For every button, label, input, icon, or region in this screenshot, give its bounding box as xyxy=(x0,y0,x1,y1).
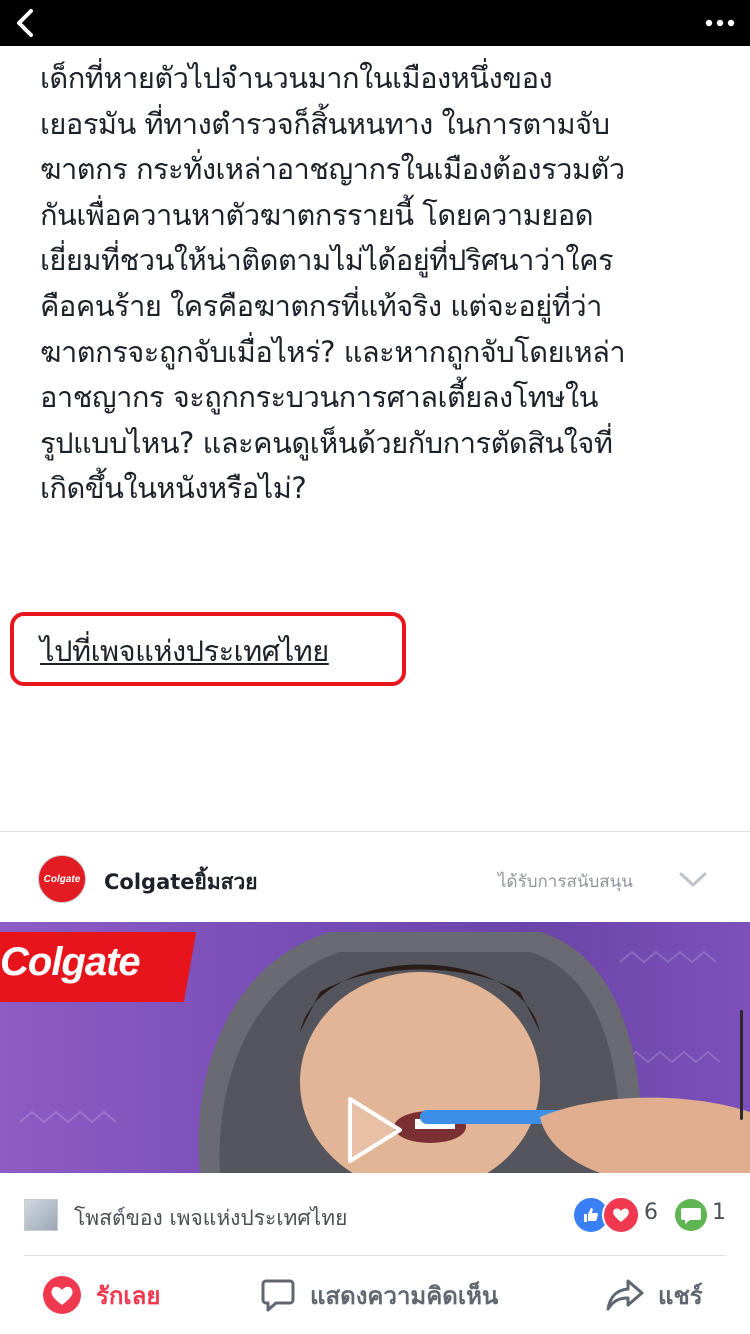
advertiser-avatar[interactable]: Colgate xyxy=(38,855,86,903)
share-button[interactable]: แชร์ xyxy=(606,1272,703,1318)
love-react-button[interactable]: รักเลย xyxy=(42,1272,160,1318)
sponsored-label: ได้รับการสนับสนุน xyxy=(498,872,633,892)
go-to-page-link[interactable]: ไปที่เพจแห่งประเทศไทย xyxy=(40,628,329,674)
comment-button[interactable]: แสดงความคิดเห็น xyxy=(260,1272,498,1318)
avatar-logo-text: Colgate xyxy=(43,873,81,885)
back-button[interactable] xyxy=(6,4,44,42)
love-icon xyxy=(602,1196,640,1234)
share-icon xyxy=(606,1279,644,1311)
comment-icon xyxy=(675,1199,707,1231)
comment-count: 1 xyxy=(712,1200,726,1225)
reactions-summary[interactable]: 6 1 xyxy=(572,1196,742,1234)
love-react-label: รักเลย xyxy=(96,1281,161,1310)
reaction-count: 6 xyxy=(644,1200,658,1225)
more-options-button[interactable] xyxy=(698,4,742,42)
advertiser-name[interactable]: Colgateยิ้มสวย xyxy=(104,866,258,899)
chevron-down-icon[interactable] xyxy=(676,862,710,896)
comment-label: แสดงความคิดเห็น xyxy=(310,1281,499,1310)
share-label: แชร์ xyxy=(658,1281,703,1310)
page-thumbnail[interactable] xyxy=(24,1199,58,1231)
scroll-indicator xyxy=(740,1010,743,1120)
brand-logo: Colgate xyxy=(0,940,141,984)
more-icon xyxy=(705,19,735,27)
article-text: เด็กที่หายตัวไปจำนวนมากในเมืองหนึ่งของ เ… xyxy=(40,61,626,506)
back-icon xyxy=(17,9,33,37)
comment-icon xyxy=(261,1279,295,1312)
top-bar xyxy=(0,0,750,46)
heart-icon xyxy=(43,1276,81,1314)
play-icon[interactable] xyxy=(342,1095,406,1165)
post-attribution[interactable]: โพสต์ของ เพจแห่งประเทศไทย xyxy=(74,1202,347,1235)
